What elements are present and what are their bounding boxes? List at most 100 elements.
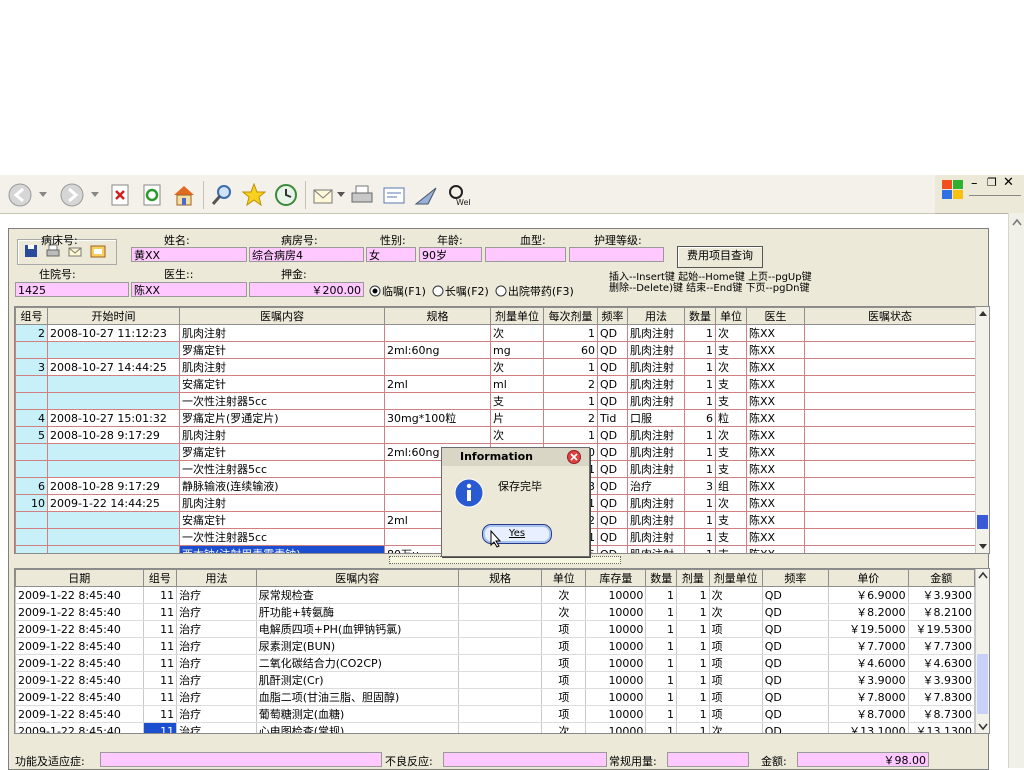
fees-cell[interactable]: QD	[761, 654, 830, 672]
orders-cell[interactable]: 1	[684, 494, 716, 512]
fees-cell[interactable]: 11	[142, 705, 178, 723]
fees-cell[interactable]: 1	[676, 671, 710, 689]
orders-cell[interactable]: 治疗	[627, 477, 685, 495]
orders-cell[interactable]: 肌肉注射	[627, 460, 685, 478]
fees-cell[interactable]: 2009-1-22 8:45:40	[15, 637, 144, 655]
table-row[interactable]: 2009-1-22 8:45:40 11 治疗 肌酐测定(Cr) 项 10000 1 1 项 QD…	[15, 671, 976, 689]
orders-cell[interactable]: 陈XX	[746, 341, 805, 359]
orders-cell[interactable]: 罗痛定针	[179, 341, 385, 359]
orders-cell[interactable]: 支	[715, 511, 747, 529]
orders-cell[interactable]: 陈XX	[746, 477, 805, 495]
fees-cell[interactable]: ￥7.7000	[828, 637, 909, 655]
orders-header-cell[interactable]: 单位	[715, 307, 747, 325]
orders-cell[interactable]: 次	[715, 324, 747, 342]
fees-cell[interactable]: 次	[541, 586, 587, 604]
orders-cell[interactable]: 次	[715, 358, 747, 376]
orders-cell[interactable]: 口服	[627, 409, 685, 427]
fees-cell[interactable]: 1	[645, 586, 678, 604]
orders-header-cell[interactable]: 规格	[384, 307, 491, 325]
orders-cell[interactable]: 陈XX	[746, 528, 805, 546]
orders-cell[interactable]: 1	[684, 426, 716, 444]
close-icon[interactable]: ✕	[1003, 175, 1014, 190]
fees-cell[interactable]: 1	[676, 620, 710, 638]
fees-cell[interactable]: 治疗	[176, 688, 257, 706]
table-row[interactable]: 安痛定针 2ml ml 2 QD 肌肉注射 1 支陈XX	[15, 375, 976, 393]
orders-cell[interactable]: 次	[490, 358, 544, 376]
orders-cell[interactable]	[15, 392, 48, 410]
table-row[interactable]: 2009-1-22 8:45:40 11 治疗 心电图检查(常规) 次 10000 1 1 次 Q…	[15, 722, 976, 733]
fees-cell[interactable]: ￥7.8000	[828, 688, 909, 706]
fees-header-cell[interactable]: 剂量单位	[708, 569, 763, 587]
orders-cell[interactable]	[47, 443, 180, 461]
back-icon[interactable]	[8, 183, 32, 207]
blood-type-field[interactable]	[485, 247, 566, 262]
orders-cell[interactable]: 3	[15, 358, 48, 376]
orders-cell[interactable]: 肌肉注射	[627, 358, 685, 376]
fees-cell[interactable]: 10000	[585, 620, 647, 638]
fees-cell[interactable]: 1	[676, 722, 710, 733]
orders-cell[interactable]: 次	[490, 426, 544, 444]
fees-cell[interactable]: 2009-1-22 8:45:40	[15, 671, 144, 689]
orders-cell[interactable]: 支	[490, 392, 544, 410]
orders-cell[interactable]: 肌肉注射	[179, 358, 385, 376]
admission-no-field[interactable]: 1425	[15, 282, 129, 297]
fees-cell[interactable]: 1	[645, 620, 678, 638]
fees-cell[interactable]: 项	[708, 620, 763, 638]
orders-cell[interactable]: QD	[597, 341, 628, 359]
fees-cell[interactable]: 10000	[585, 654, 647, 672]
fees-cell[interactable]: ￥4.6300	[907, 654, 976, 672]
fees-cell[interactable]: 2009-1-22 8:45:40	[15, 722, 144, 733]
orders-cell[interactable]: 1	[684, 528, 716, 546]
orders-cell[interactable]: QD	[597, 511, 628, 529]
table-row[interactable]: 2009-1-22 8:45:40 11 治疗 肝功能+转氨酶次 10000 1 1 次 QD ￥…	[15, 603, 976, 621]
orders-cell[interactable]	[47, 375, 180, 393]
fees-cell[interactable]: 1	[676, 688, 710, 706]
search-icon[interactable]	[210, 183, 234, 207]
gender-field[interactable]: 女	[366, 247, 416, 262]
fees-cell[interactable]: 次	[541, 722, 587, 733]
orders-cell[interactable]: 陈XX	[746, 460, 805, 478]
orders-cell[interactable]: 1	[543, 426, 598, 444]
orders-cell[interactable]: 支	[715, 375, 747, 393]
fees-header-cell[interactable]: 规格	[457, 569, 543, 587]
orders-cell[interactable]: 1	[684, 392, 716, 410]
orders-cell[interactable]: 支	[715, 392, 747, 410]
fees-cell[interactable]: ￥3.9300	[907, 586, 976, 604]
fees-cell[interactable]: 项	[708, 705, 763, 723]
orders-cell[interactable]: 陈XX	[746, 494, 805, 512]
fees-cell[interactable]: 10000	[585, 603, 647, 621]
fees-cell[interactable]: QD	[761, 722, 830, 733]
orders-header-cell[interactable]: 医嘱内容	[179, 307, 385, 325]
refresh-icon[interactable]	[140, 183, 164, 207]
fees-cell[interactable]: ￥13.1300	[907, 722, 976, 733]
fees-cell[interactable]: 治疗	[176, 705, 257, 723]
orders-cell[interactable]	[804, 494, 976, 512]
orders-cell[interactable]	[804, 358, 976, 376]
orders-cell[interactable]: QD	[597, 494, 628, 512]
orders-header-cell[interactable]: 剂量单位	[490, 307, 544, 325]
fees-cell[interactable]: 2009-1-22 8:45:40	[15, 688, 144, 706]
orders-cell[interactable]	[384, 392, 491, 410]
orders-cell[interactable]: 1	[543, 324, 598, 342]
fees-cell[interactable]: ￥3.9000	[828, 671, 909, 689]
orders-cell[interactable]	[15, 511, 48, 529]
fees-cell[interactable]: ￥8.2100	[907, 603, 976, 621]
fees-cell[interactable]: 尿常规检查	[255, 586, 459, 604]
dosage-field[interactable]	[667, 752, 749, 767]
forward-dropdown-icon[interactable]	[90, 183, 100, 207]
fees-cell[interactable]: 次	[708, 603, 763, 621]
fees-cell[interactable]: ￥3.9300	[907, 671, 976, 689]
orders-cell[interactable]	[15, 460, 48, 478]
fees-cell[interactable]	[457, 637, 543, 655]
orders-cell[interactable]: 肌肉注射	[179, 324, 385, 342]
fees-cell[interactable]: 治疗	[176, 586, 257, 604]
orders-cell[interactable]: 次	[715, 494, 747, 512]
orders-cell[interactable]: 肌肉注射	[179, 426, 385, 444]
edit-icon[interactable]	[382, 183, 406, 207]
fees-cell[interactable]: 10000	[585, 688, 647, 706]
favorites-icon[interactable]	[242, 183, 266, 207]
orders-cell[interactable]: 肌肉注射	[627, 426, 685, 444]
orders-cell[interactable]: 2	[543, 409, 598, 427]
table-row[interactable]: 2 2008-10-27 11:12:23 肌肉注射次 1 QD 肌肉注射 1 次陈XX	[15, 324, 976, 342]
dialog-close-icon[interactable]	[567, 450, 581, 467]
